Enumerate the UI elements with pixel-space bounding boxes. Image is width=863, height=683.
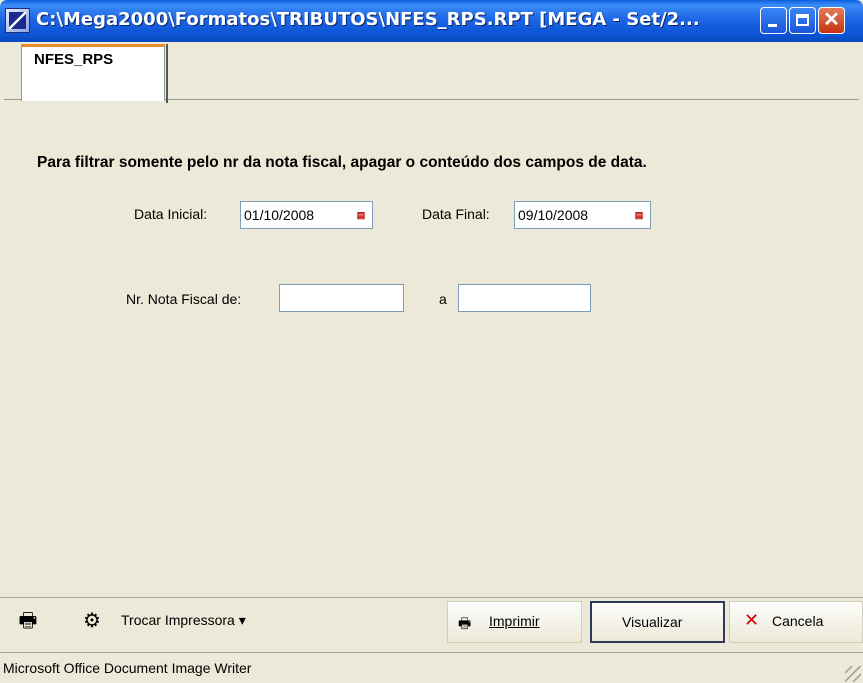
data-inicial-label: Data Inicial: [134,206,208,222]
tab-label: NFES_RPS [34,51,114,68]
data-final-value: 09/10/2008 [518,207,589,223]
status-bar: Microsoft Office Document Image Writer [0,652,863,683]
tab-nfes-rps[interactable]: NFES_RPS [21,44,168,103]
minimize-button[interactable] [760,7,787,34]
trocar-impressora-label: Trocar Impressora [121,612,235,628]
visualizar-label: Visualizar [622,614,683,630]
visualizar-button[interactable]: Visualizar [590,601,725,643]
data-inicial-field[interactable]: 01/10/2008 ▤ [240,201,373,229]
window-title: C:\Mega2000\Formatos\TRIBUTOS\NFES_RPS.R… [36,9,700,30]
cancela-label: Cancela [772,613,824,629]
nota-fiscal-a-input[interactable] [458,284,591,312]
trocar-impressora-dropdown[interactable]: Trocar Impressora ▾ [121,612,246,629]
cancel-x-icon: ✕ [744,610,760,630]
resize-grip-icon[interactable] [845,666,861,682]
calendar-icon[interactable]: ▤ [353,207,369,223]
printer-setup-icon[interactable]: 🖶 [15,608,41,634]
nota-fiscal-de-input[interactable] [279,284,404,312]
data-final-field[interactable]: 09/10/2008 ▤ [514,201,651,229]
imprimir-label: Imprimir [489,613,540,629]
cancela-button[interactable]: ✕ Cancela [729,601,863,643]
title-bar[interactable]: C:\Mega2000\Formatos\TRIBUTOS\NFES_RPS.R… [0,0,863,42]
imprimir-button[interactable]: 🖶 Imprimir [447,601,582,643]
tab-panel [4,99,859,593]
status-text: Microsoft Office Document Image Writer [3,660,252,676]
printer-icon: 🖶 [458,615,472,631]
report-window: C:\Mega2000\Formatos\TRIBUTOS\NFES_RPS.R… [0,0,863,683]
calendar-icon[interactable]: ▤ [631,207,647,223]
dropdown-arrow-icon: ▾ [238,612,246,628]
nota-fiscal-a-label: a [439,291,447,307]
mega-app-icon[interactable] [5,8,30,33]
nota-fiscal-de-label: Nr. Nota Fiscal de: [126,291,242,307]
data-inicial-value: 01/10/2008 [244,207,315,223]
maximize-button[interactable] [789,7,816,34]
close-button[interactable]: ✕ [818,7,845,34]
close-icon: ✕ [823,9,840,31]
instruction-text: Para filtrar somente pelo nr da nota fis… [37,154,647,171]
change-printer-icon[interactable]: ⚙ [79,608,105,634]
data-final-label: Data Final: [422,206,490,222]
